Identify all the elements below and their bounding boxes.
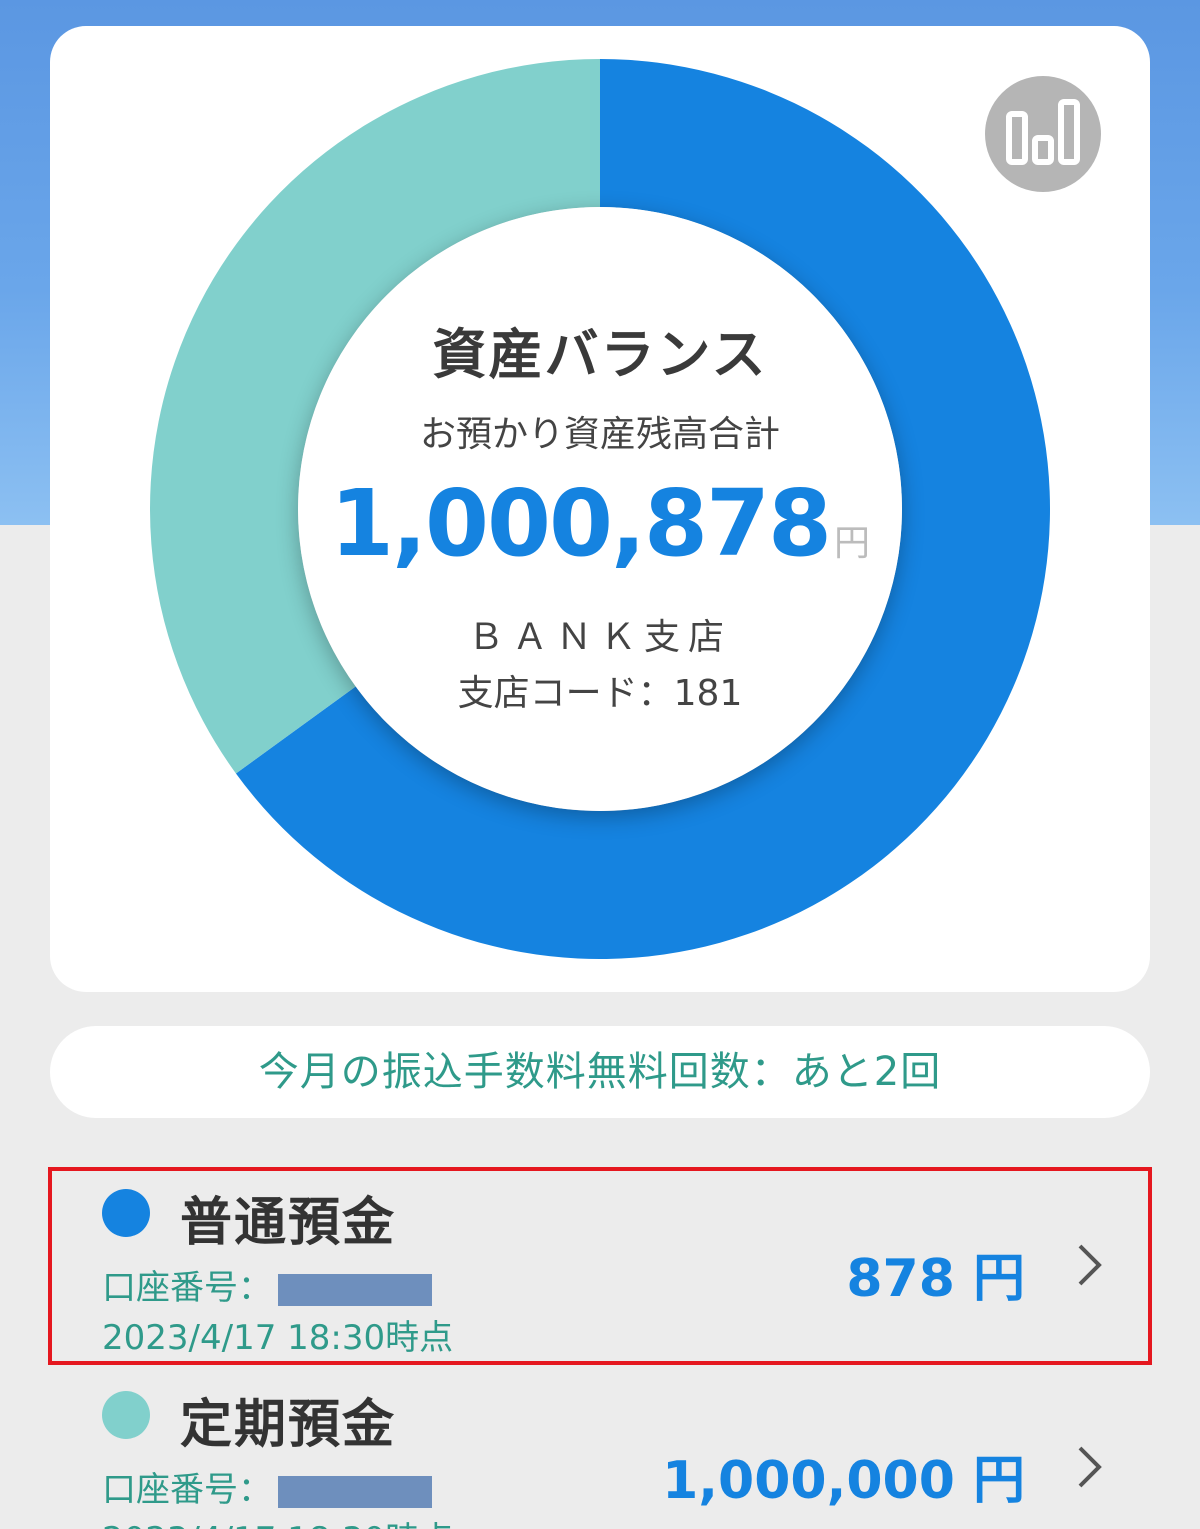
account-timestamp: 2023/4/17 18:30時点 xyxy=(102,1512,453,1529)
account-balance: 1,000,000 円 xyxy=(662,1451,1025,1511)
chevron-right-icon xyxy=(1078,1446,1102,1488)
account-number-label: 口座番号： xyxy=(102,1268,272,1308)
balance-title: 資産バランス xyxy=(432,323,768,386)
branch-code: 支店コード：181 xyxy=(457,673,743,714)
account-name: 普通預金 xyxy=(180,1193,397,1253)
chevron-right-icon xyxy=(1078,1244,1102,1286)
account-name: 定期預金 xyxy=(180,1395,397,1455)
account-balance: 878 円 xyxy=(846,1249,1025,1309)
total-balance: 1,000,878 円 xyxy=(300,470,900,577)
account-number-redaction xyxy=(278,1475,432,1508)
account-number-label: 口座番号： xyxy=(102,1470,272,1510)
balance-subtitle: お預かり資産残高合計 xyxy=(419,414,780,455)
account-number-redaction xyxy=(278,1273,432,1306)
account-number: 口座番号： xyxy=(102,1462,432,1511)
fee-notice-text: 今月の振込手数料無料回数：あと2回 xyxy=(258,1049,942,1095)
total-balance-unit: 円 xyxy=(833,523,870,564)
bar-chart-icon xyxy=(1006,99,1080,165)
fee-notice-banner: 今月の振込手数料無料回数：あと2回 xyxy=(50,1026,1150,1118)
account-row-time-deposit[interactable]: 定期預金 口座番号： 2023/4/17 18:30時点 1,000,000 円 xyxy=(50,1372,1150,1529)
account-number: 口座番号： xyxy=(102,1260,432,1309)
account-color-dot xyxy=(102,1391,150,1439)
total-balance-amount: 1,000,878 xyxy=(329,470,832,577)
chart-view-button[interactable] xyxy=(985,76,1101,192)
account-color-dot xyxy=(102,1189,150,1237)
account-timestamp: 2023/4/17 18:30時点 xyxy=(102,1318,454,1358)
account-row-ordinary[interactable]: 普通預金 口座番号： 2023/4/17 18:30時点 878 円 xyxy=(50,1170,1150,1370)
branch-name: ＢＡＮＫ支店 xyxy=(467,617,732,658)
